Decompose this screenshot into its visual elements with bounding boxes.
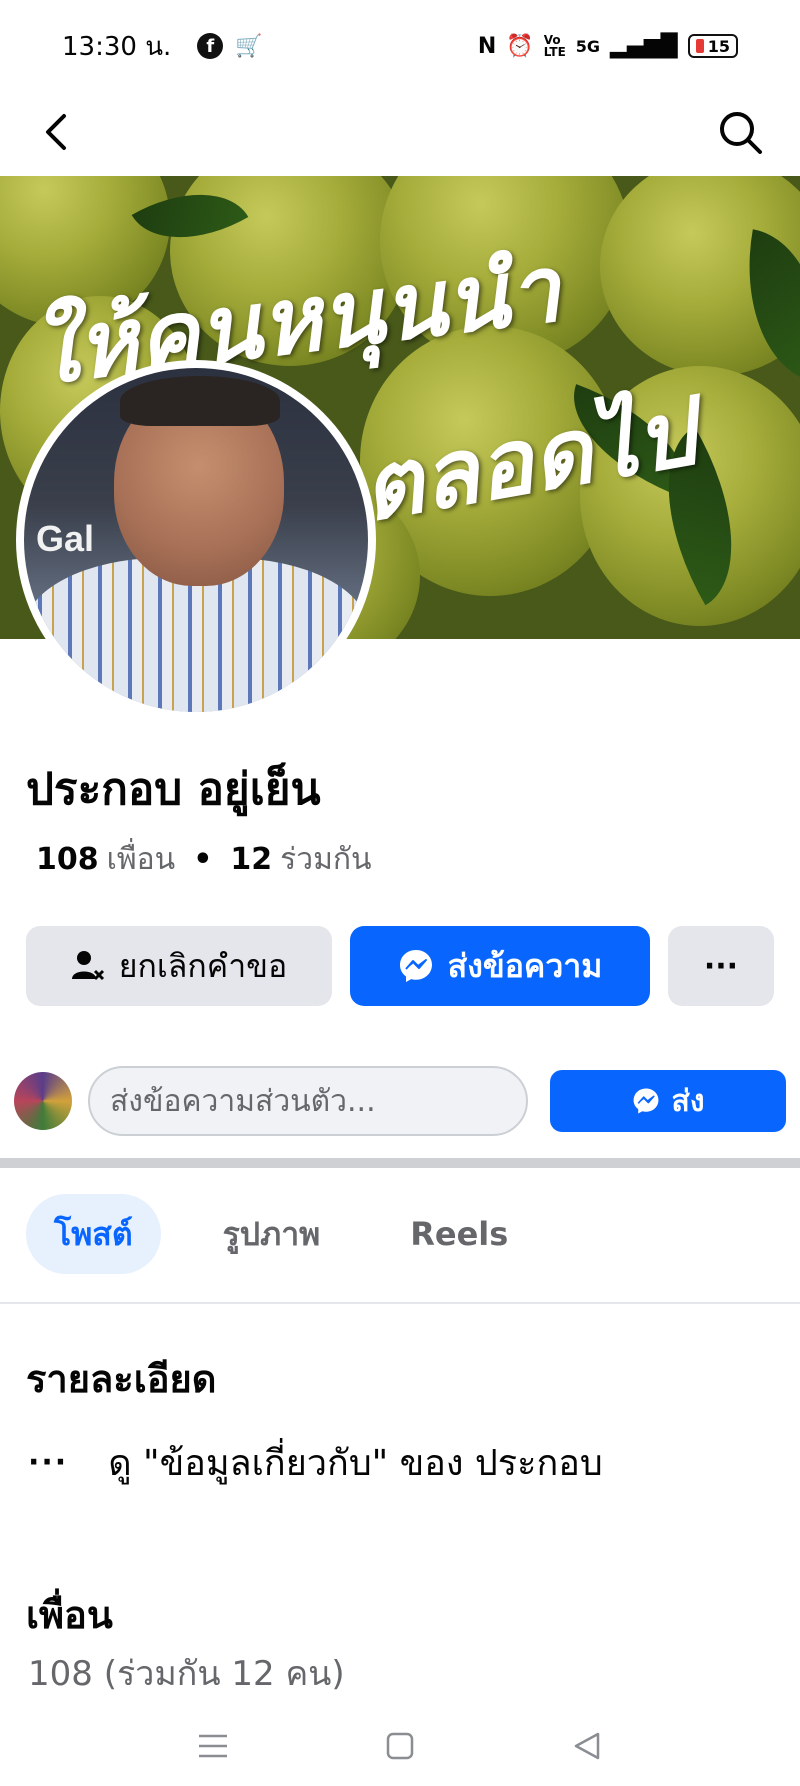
battery-level — [695, 39, 704, 53]
network-type: 5G — [575, 36, 601, 56]
friends-count: 108 — [36, 842, 99, 877]
facebook-icon: f — [197, 33, 224, 59]
more-options-icon: ··· — [703, 948, 739, 984]
search-icon[interactable] — [716, 108, 764, 156]
section-divider — [0, 1158, 800, 1168]
cancel-request-label: ยกเลิกคำขอ — [118, 946, 288, 985]
alarm-icon: ⏰ — [506, 33, 534, 59]
more-options-button[interactable]: ··· — [668, 926, 774, 1006]
status-time: 13:30 น. — [62, 31, 172, 62]
about-link[interactable]: ··· ดู "ข้อมูลเกี่ยวกับ" ของ ประกอบ — [28, 1434, 603, 1491]
details-heading: รายละเอียด — [26, 1357, 217, 1401]
mutual-count: 12 — [230, 842, 273, 877]
cancel-request-button[interactable]: ยกเลิกคำขอ — [26, 926, 332, 1006]
profile-actions: ยกเลิกคำขอ ส่งข้อความ ··· — [26, 926, 774, 1006]
top-nav — [0, 92, 800, 176]
signal-icon: ▂▄▆█ — [610, 33, 678, 59]
tab-reels[interactable]: Reels — [382, 1194, 536, 1274]
status-right: N ⏰ Vo LTE 5G ▂▄▆█ 15 — [478, 34, 738, 59]
back-nav-icon[interactable] — [567, 1726, 607, 1766]
send-button[interactable]: ส่ง — [550, 1070, 786, 1132]
battery-percent: 15 — [707, 36, 730, 56]
home-nav-icon[interactable] — [380, 1726, 420, 1766]
tabs-divider — [0, 1302, 800, 1304]
cancel-friend-request-icon — [71, 951, 104, 981]
profile-tabs: โพสต์ รูปภาพ Reels — [26, 1194, 536, 1274]
send-message-button[interactable]: ส่งข้อความ — [350, 926, 650, 1006]
avatar-hair — [120, 376, 280, 426]
separator-dot: • — [193, 842, 213, 877]
system-navigation-bar — [0, 1706, 800, 1786]
battery-icon: 15 — [687, 34, 738, 58]
profile-avatar[interactable]: Gal — [16, 360, 376, 720]
send-message-label: ส่งข้อความ — [447, 946, 603, 985]
friends-section-count: 108 (ร่วมกัน 12 คน) — [28, 1654, 345, 1694]
avatar-photo: Gal — [24, 368, 368, 712]
status-bar: 13:30 น. f 🛒 N ⏰ Vo LTE 5G ▂▄▆█ 15 — [0, 0, 800, 92]
menu-nav-icon[interactable] — [193, 1726, 233, 1766]
messenger-icon — [399, 950, 432, 982]
avatar-background-sign: Gal — [36, 518, 95, 559]
about-link-text: ดู "ข้อมูลเกี่ยวกับ" ของ ประกอบ — [108, 1443, 603, 1484]
profile-name: ประกอบ อยู่เย็น — [26, 764, 321, 815]
message-bar: ส่งข้อความส่วนตัว... ส่ง — [14, 1066, 786, 1136]
mutual-label: ร่วมกัน — [280, 842, 372, 877]
volte-icon: Vo LTE — [543, 33, 566, 59]
send-label: ส่ง — [671, 1083, 705, 1119]
friends-heading: เพื่อน — [26, 1593, 113, 1637]
back-arrow-icon[interactable] — [36, 110, 80, 154]
status-left: 13:30 น. f 🛒 — [62, 26, 263, 67]
messenger-icon — [633, 1088, 658, 1114]
message-placeholder: ส่งข้อความส่วนตัว... — [110, 1083, 376, 1119]
tab-posts[interactable]: โพสต์ — [26, 1194, 161, 1274]
own-avatar — [14, 1072, 72, 1130]
shopping-cart-icon: 🛒 — [235, 33, 263, 59]
private-message-input[interactable]: ส่งข้อความส่วนตัว... — [88, 1066, 528, 1136]
friends-summary[interactable]: 108 เพื่อน • 12 ร่วมกัน — [36, 836, 372, 883]
friends-label: เพื่อน — [106, 842, 176, 877]
nfc-icon: N — [477, 33, 497, 59]
more-dots-icon: ··· — [28, 1445, 69, 1480]
tab-photos[interactable]: รูปภาพ — [195, 1194, 349, 1274]
